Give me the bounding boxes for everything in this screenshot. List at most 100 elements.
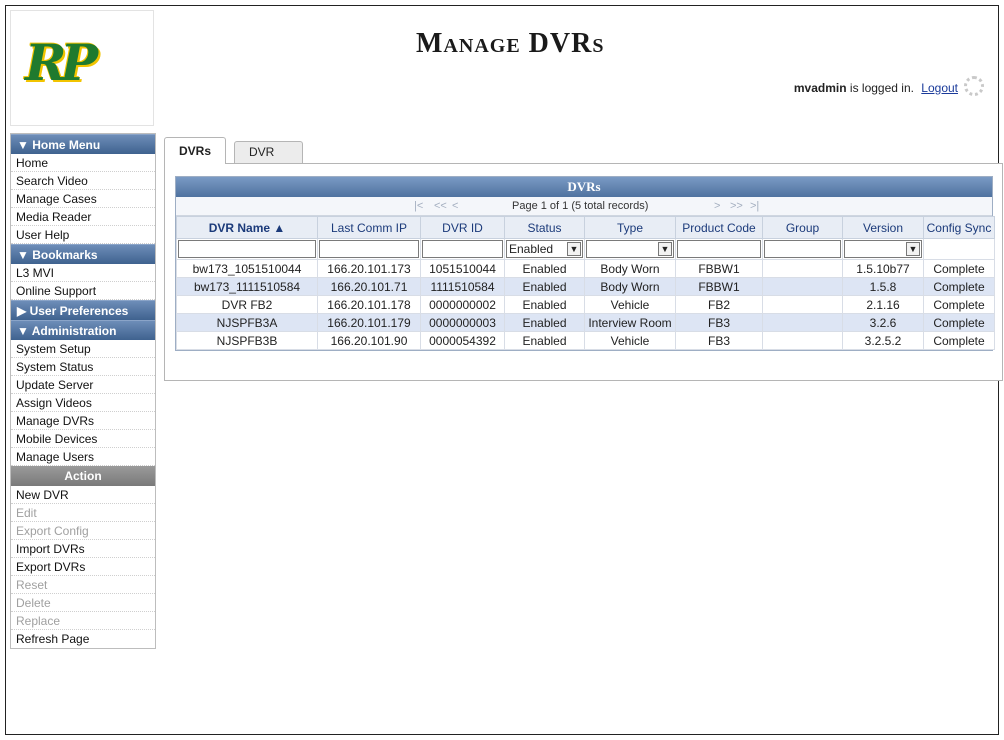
table-row[interactable]: NJSPFB3A 166.20.101.179 0000000003 Enabl…: [176, 313, 995, 332]
col-status[interactable]: Status: [504, 216, 585, 239]
cell-last-comm-ip: 166.20.101.90: [317, 331, 421, 350]
page-title: Manage DVRs: [416, 28, 605, 59]
col-config-sync[interactable]: Config Sync: [923, 216, 995, 239]
sidebar-item-user-help[interactable]: User Help: [11, 226, 155, 244]
table-row[interactable]: DVR FB2 166.20.101.178 0000000002 Enable…: [176, 295, 995, 314]
header-row: DVR Name ▲ Last Comm IP DVR ID Status Ty…: [176, 216, 995, 239]
action-reset: Reset: [11, 576, 155, 594]
first-page-icon[interactable]: |<: [414, 197, 423, 216]
cell-group: [762, 313, 843, 332]
table-row[interactable]: NJSPFB3B 166.20.101.90 0000054392 Enable…: [176, 331, 995, 350]
table-row[interactable]: bw173_1051510044 166.20.101.173 10515100…: [176, 259, 995, 278]
filter-cell: [420, 238, 505, 260]
action-refresh-page[interactable]: Refresh Page: [11, 630, 155, 648]
login-status: mvadmin is logged in. Logout: [794, 81, 958, 95]
user-preferences-header[interactable]: ▶ User Preferences: [11, 300, 155, 320]
cell-status: Enabled: [504, 259, 585, 278]
cell-config-sync: Complete: [923, 259, 995, 278]
cell-config-sync: Complete: [923, 295, 995, 314]
grid-title: DVRs: [176, 177, 992, 197]
username: mvadmin: [793, 81, 847, 95]
cell-version: 1.5.10b77: [842, 259, 924, 278]
cell-version: 3.2.5.2: [842, 331, 924, 350]
col-product-code[interactable]: Product Code: [675, 216, 763, 239]
next-block-icon[interactable]: >>: [730, 197, 743, 216]
col-group[interactable]: Group: [762, 216, 843, 239]
next-page-icon[interactable]: >: [714, 197, 720, 216]
sidebar-item-system-setup[interactable]: System Setup: [11, 340, 155, 358]
filter-cell: [675, 238, 763, 260]
home-menu-header[interactable]: ▼ Home Menu: [11, 134, 155, 154]
cell-last-comm-ip: 166.20.101.179: [317, 313, 421, 332]
filter-status-select[interactable]: Enabled ▼: [506, 240, 583, 258]
cell-group: [762, 331, 843, 350]
pager: |< << < Page 1 of 1 (5 total records) > …: [176, 197, 992, 216]
cell-type: Vehicle: [584, 331, 676, 350]
filter-type-select[interactable]: ▼: [586, 240, 674, 258]
chevron-down-icon: ▼: [658, 242, 672, 256]
cell-product-code: FB2: [675, 295, 763, 314]
sidebar-item-mobile-devices[interactable]: Mobile Devices: [11, 430, 155, 448]
cell-dvr-name: bw173_1051510044: [176, 259, 318, 278]
cell-last-comm-ip: 166.20.101.173: [317, 259, 421, 278]
logout-link[interactable]: Logout: [921, 81, 958, 95]
col-dvr-name[interactable]: DVR Name ▲: [176, 216, 318, 239]
cell-dvr-id: 0000000002: [420, 295, 505, 314]
action-import-dvrs[interactable]: Import DVRs: [11, 540, 155, 558]
logged-in-text: is logged in.: [849, 81, 914, 95]
sidebar: ▼ Home Menu Home Search Video Manage Cas…: [10, 133, 156, 649]
prev-block-icon[interactable]: <<: [434, 197, 447, 216]
sidebar-item-search-video[interactable]: Search Video: [11, 172, 155, 190]
filter-cell: [317, 238, 421, 260]
sidebar-item-assign-videos[interactable]: Assign Videos: [11, 394, 155, 412]
col-type[interactable]: Type: [584, 216, 676, 239]
filter-cell: ▼: [842, 238, 924, 260]
action-export-config: Export Config: [11, 522, 155, 540]
action-new-dvr[interactable]: New DVR: [11, 486, 155, 504]
tab-dvrs[interactable]: DVRs: [164, 137, 227, 164]
sidebar-item-manage-dvrs[interactable]: Manage DVRs: [11, 412, 155, 430]
page-frame: RP Manage DVRs mvadmin is logged in. Log…: [5, 5, 1003, 735]
sidebar-item-update-server[interactable]: Update Server: [11, 376, 155, 394]
filter-group-input[interactable]: [764, 240, 841, 258]
filter-version-select[interactable]: ▼: [844, 240, 922, 258]
tab-dvr-groups[interactable]: DVR Groups: [234, 141, 304, 179]
dvr-table: DVR Name ▲ Last Comm IP DVR ID Status Ty…: [176, 216, 995, 350]
cell-last-comm-ip: 166.20.101.71: [317, 277, 421, 296]
col-version[interactable]: Version: [842, 216, 924, 239]
prev-page-icon[interactable]: <: [452, 197, 458, 216]
filter-dvr-id-input[interactable]: [422, 240, 503, 258]
sidebar-item-system-status[interactable]: System Status: [11, 358, 155, 376]
filter-dvr-name-input[interactable]: [178, 240, 316, 258]
filter-cell: [762, 238, 843, 260]
sidebar-item-l3-mvi[interactable]: L3 MVI: [11, 264, 155, 282]
action-export-dvrs[interactable]: Export DVRs: [11, 558, 155, 576]
tab-content: DVRs |< << < Page 1 of 1 (5 total record…: [164, 163, 1003, 381]
col-dvr-id[interactable]: DVR ID: [420, 216, 505, 239]
table-row[interactable]: bw173_1111510584 166.20.101.71 111151058…: [176, 277, 995, 296]
cell-group: [762, 295, 843, 314]
sidebar-item-manage-cases[interactable]: Manage Cases: [11, 190, 155, 208]
filter-cell: [176, 238, 318, 260]
cell-type: Vehicle: [584, 295, 676, 314]
action-replace: Replace: [11, 612, 155, 630]
cell-group: [762, 259, 843, 278]
sidebar-item-media-reader[interactable]: Media Reader: [11, 208, 155, 226]
cell-status: Enabled: [504, 277, 585, 296]
filter-product-code-input[interactable]: [677, 240, 761, 258]
bookmarks-header[interactable]: ▼ Bookmarks: [11, 244, 155, 264]
sidebar-item-home[interactable]: Home: [11, 154, 155, 172]
administration-header[interactable]: ▼ Administration: [11, 320, 155, 340]
cell-status: Enabled: [504, 313, 585, 332]
action-header: Action: [11, 466, 155, 486]
sidebar-item-online-support[interactable]: Online Support: [11, 282, 155, 300]
cell-version: 3.2.6: [842, 313, 924, 332]
cell-dvr-name: NJSPFB3B: [176, 331, 318, 350]
filter-last-comm-ip-input[interactable]: [319, 240, 419, 258]
last-page-icon[interactable]: >|: [750, 197, 759, 216]
pager-text: Page 1 of 1 (5 total records): [512, 200, 649, 212]
sidebar-item-manage-users[interactable]: Manage Users: [11, 448, 155, 466]
cell-version: 2.1.16: [842, 295, 924, 314]
col-last-comm-ip[interactable]: Last Comm IP: [317, 216, 421, 239]
chevron-down-icon: ▼: [567, 242, 581, 256]
